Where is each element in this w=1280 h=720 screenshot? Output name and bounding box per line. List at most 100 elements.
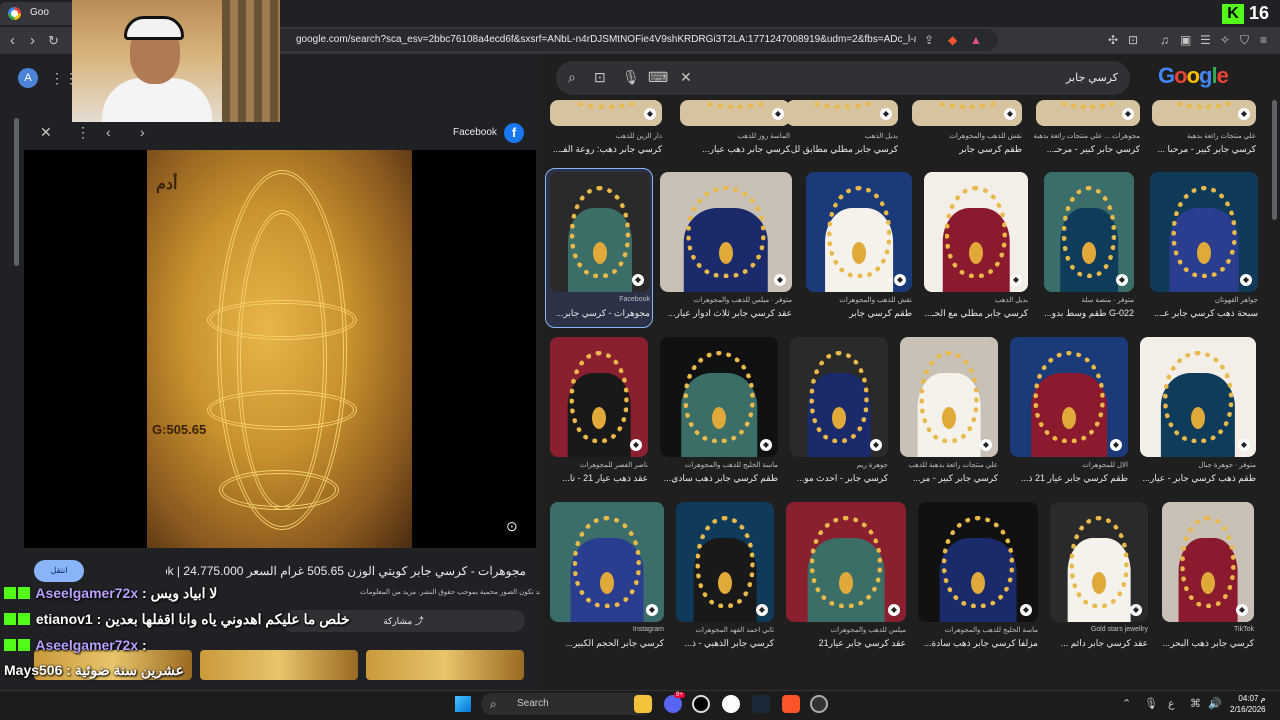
result-source[interactable]: الال للمجوهرات [1082, 461, 1128, 469]
result-title[interactable]: مزلفا كرسي جابر ذهب سادة... [918, 638, 1038, 649]
sidebar-icon[interactable]: ▣ [1180, 33, 1191, 47]
result-source[interactable]: مجوهرات ... علي منتجات رائعة بذهبة [1033, 132, 1140, 140]
result-source[interactable]: جوهرة ريم [857, 461, 888, 469]
brave-shield-icon[interactable]: ◆ [948, 33, 957, 47]
tray-overflow-icon[interactable]: ⌃ [1122, 697, 1131, 710]
result-source[interactable]: TikTok [1234, 626, 1254, 633]
result-thumbnail[interactable] [918, 502, 1038, 622]
copyright-note[interactable]: قد تكون الصور محمية بموجب حقوق النشر. مز… [360, 588, 543, 596]
result-title[interactable]: كرسي جابر كبير - مر... [900, 473, 998, 484]
vpn-icon[interactable]: ⛉ [1240, 33, 1249, 48]
keyboard-icon[interactable]: ⌨ [648, 69, 668, 86]
result-title[interactable]: كرسي جابر ذهب البحر... [1162, 638, 1254, 649]
result-title[interactable]: طقم كرسي جابر عيار 21 ذ... [1010, 473, 1128, 484]
result-title[interactable]: كرسي جابر ذهب عيار... [680, 144, 790, 155]
preview-image[interactable] [147, 150, 412, 548]
result-source[interactable]: نقش للذهب والمجوهرات [839, 296, 912, 304]
steam-icon[interactable] [752, 695, 770, 713]
search-icon[interactable]: ⌕ [568, 69, 576, 86]
image-result-card[interactable]: ◆ جوهرة ريم كرسي جابر - احدث مو... [790, 337, 888, 507]
image-result-card[interactable]: ◆ ناصر الفصر للمجوهرات عقد ذهب عيار 21 - ت… [550, 337, 648, 507]
taskbar-clock[interactable]: 04:07 م 2/16/2026 [1230, 693, 1266, 715]
image-result-card[interactable]: ◆ الال للمجوهرات طقم كرسي جابر عيار 21 ذ..… [1010, 337, 1128, 507]
result-thumbnail[interactable] [786, 502, 906, 622]
result-source[interactable]: Facebook [619, 296, 650, 303]
account-avatar[interactable]: A [18, 68, 38, 88]
result-thumbnail[interactable] [550, 502, 664, 622]
source-name[interactable]: Facebook [453, 127, 497, 138]
image-result-card[interactable]: ◆ TikTok كرسي جابر ذهب البحر... [1162, 502, 1254, 672]
result-title[interactable]: مجوهرات - كرسي جابر... [550, 308, 650, 319]
image-result-card[interactable]: ◆ ماسة الخليج للذهب والمجوهرات طقم كرسي جا… [660, 337, 778, 507]
image-result-card[interactable]: ◆ ماسة الخليج للذهب والمجوهرات مزلفا كرسي … [918, 502, 1038, 672]
result-title[interactable]: عقد كرسي جابر عيار21 [786, 638, 906, 649]
google-logo[interactable]: Google [1158, 63, 1229, 89]
result-title[interactable]: كرسي جابر الذهبي - ذ... [676, 638, 774, 649]
back-icon[interactable]: ‹ [10, 32, 15, 49]
image-result-card[interactable]: ◆ Gold stars jewellry عقد كرسي جابر دائم .… [1050, 502, 1148, 672]
result-title[interactable]: كرسي جابر كبير - مرحبا ... [1152, 144, 1256, 155]
microphone-tray-icon[interactable]: 🎙 [1144, 697, 1158, 710]
rewards-icon[interactable]: ▲ [970, 33, 982, 47]
result-title[interactable]: كرسي جابر الحجم الكبير... [550, 638, 664, 649]
image-result-card[interactable]: ◆ بديل الذهب كرسي جابر مطلي مع الحـ... [924, 172, 1028, 342]
result-source[interactable]: ناصر الفصر للمجوهرات [580, 461, 648, 469]
obs-icon[interactable] [722, 695, 740, 713]
result-source[interactable]: دار الزين للذهب [616, 132, 662, 140]
network-icon[interactable]: ⌘ [1190, 697, 1201, 710]
result-title[interactable]: كرسي جابر مطلي مطابق لل... [786, 144, 898, 155]
image-result-card[interactable]: ◆ دار الزين للذهب كرسي جابر ذهب: روعة الفـ… [550, 100, 662, 176]
result-title[interactable]: طقم كرسي جابر ذهب سادي... [660, 473, 778, 484]
result-title[interactable]: عقد كرسي جابر دائم ... [1050, 638, 1148, 649]
taskbar-search[interactable]: Search [481, 693, 653, 715]
result-thumbnail[interactable] [1010, 337, 1128, 457]
related-thumbnail[interactable] [366, 650, 524, 680]
result-source[interactable]: بديل الذهب [995, 296, 1028, 304]
lens-icon[interactable]: ⊙ [506, 518, 518, 535]
ai-icon[interactable]: ✧ [1220, 33, 1230, 47]
result-thumbnail[interactable] [660, 337, 778, 457]
image-result-card[interactable]: ◆ ميلس للذهب والمجوهرات عقد كرسي جابر عيار… [786, 502, 906, 672]
image-result-card[interactable]: ◆ متوفر · منصة سلة G-022 طقم وسط بدو... [1044, 172, 1134, 342]
language-indicator[interactable]: ع [1168, 697, 1175, 710]
url-text[interactable]: google.com/search?sca_esv=2bbc76108a4ecd… [296, 34, 916, 45]
result-source[interactable]: علي منتجات رائعة بذهبة [1187, 132, 1256, 140]
screenshot-icon[interactable]: ⊡ [1128, 33, 1138, 47]
image-result-card[interactable]: ◆ متوفر · جوهرة جبال طقم ذهب كرسي جابر - ع… [1140, 337, 1256, 507]
result-title[interactable]: كرسي جابر - احدث مو... [790, 473, 888, 484]
media-icon[interactable]: ♫ [1160, 33, 1169, 47]
result-title[interactable]: طقم كرسي جابر [912, 144, 1022, 155]
result-title[interactable]: كرسي جابر مطلي مع الحـ... [924, 308, 1028, 319]
image-result-card[interactable]: ◆ نقش للذهب والمجوهرات طقم كرسي جابر [806, 172, 912, 342]
result-title[interactable]: كرسي جابر ذهب: روعة الفـ... [550, 144, 662, 155]
result-thumbnail[interactable] [1140, 337, 1256, 457]
brave-icon[interactable] [782, 695, 800, 713]
reload-icon[interactable]: ↻ [48, 33, 59, 49]
image-result-card[interactable]: ◆ ثاني احمد الفهد المجوهرات كرسي جابر الذه… [676, 502, 774, 672]
result-source[interactable]: ميلس للذهب والمجوهرات [831, 626, 906, 634]
result-title[interactable]: طقم كرسي جابر [806, 308, 912, 319]
image-result-card[interactable]: ◆ Facebook مجوهرات - كرسي جابر... [550, 172, 650, 342]
visit-button[interactable]: انتقل [34, 560, 84, 582]
result-title[interactable]: عقد ذهب عيار 21 - تا... [550, 473, 648, 484]
file-explorer-icon[interactable] [634, 695, 652, 713]
mic-icon[interactable]: 🎙 [622, 69, 640, 86]
result-source[interactable]: متوفر · ميلس للذهب والمجوهرات [694, 296, 792, 304]
result-source[interactable]: ماسة الخليج للذهب والمجوهرات [945, 626, 1038, 634]
result-source[interactable]: متوفر · جوهرة جبال [1198, 461, 1256, 469]
result-title[interactable]: طقم ذهب كرسي جابر - عيار... [1140, 473, 1256, 484]
volume-icon[interactable]: 🔊 [1208, 697, 1222, 710]
reading-list-icon[interactable]: ☰ [1200, 33, 1211, 47]
result-source[interactable]: الماسة روز للذهب [737, 132, 790, 140]
clear-icon[interactable]: ✕ [680, 69, 692, 86]
result-source[interactable]: ثاني احمد الفهد المجوهرات [695, 626, 774, 634]
search-query[interactable]: كرسي جابر [900, 71, 1118, 84]
result-title[interactable]: G-022 طقم وسط بدو... [1044, 308, 1134, 319]
image-result-card[interactable]: ◆ مجوهرات ... علي منتجات رائعة بذهبة كرسي … [1033, 100, 1140, 176]
recorder-icon[interactable] [810, 695, 828, 713]
preview-title[interactable]: مجوهرات - كرسي جابر كويتي الوزن 505.65 غ… [166, 564, 526, 578]
app-icon[interactable] [692, 695, 710, 713]
result-source[interactable]: نقش للذهب والمجوهرات [949, 132, 1022, 140]
close-icon[interactable]: ✕ [40, 124, 52, 141]
result-source[interactable]: ماسة الخليج للذهب والمجوهرات [685, 461, 778, 469]
